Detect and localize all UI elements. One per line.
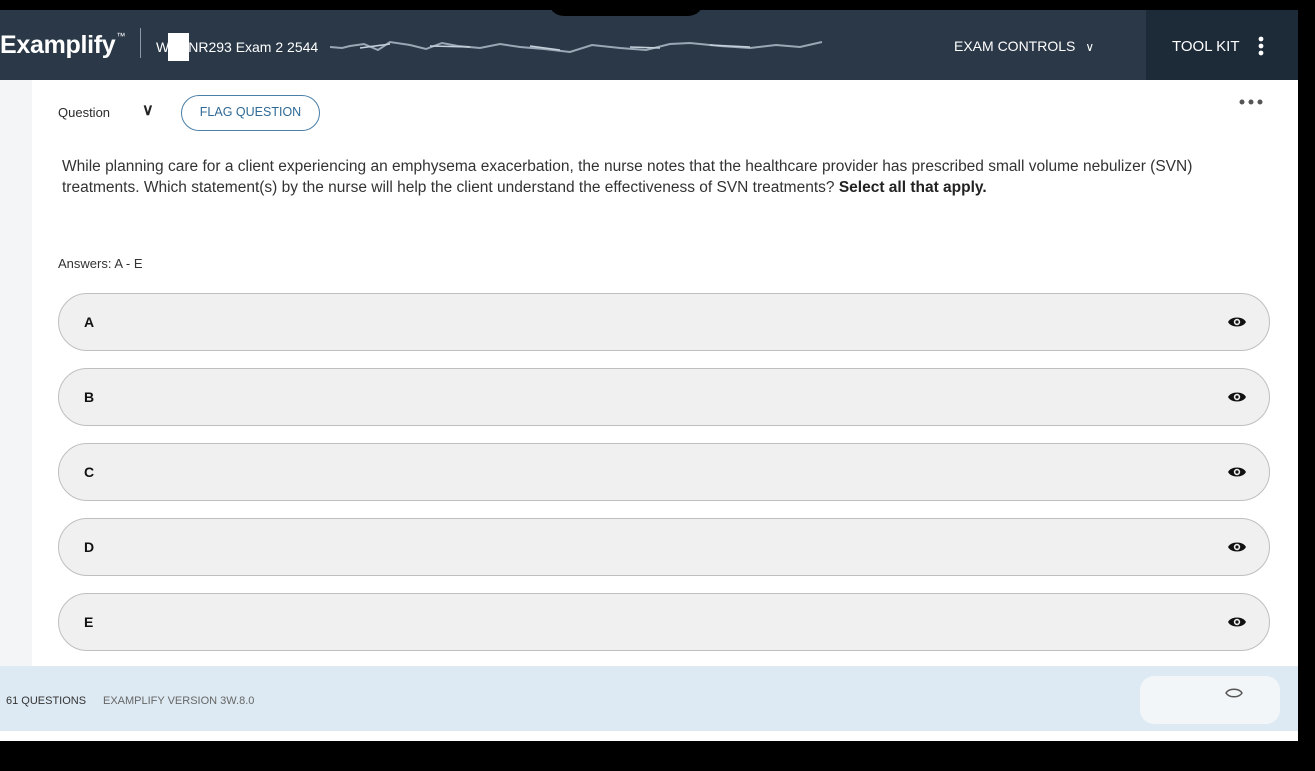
select-all-instruction: Select all that apply. [838,179,987,196]
brand-logo: Examplify™ [0,31,125,60]
question-label: Question [58,105,111,120]
answer-option-c[interactable]: C [58,443,1270,501]
chevron-down-icon: ∨ [1085,40,1095,54]
redaction-box [168,33,189,61]
flag-question-button[interactable]: FLAG QUESTION [181,95,320,131]
question-stem: While planning care for a client experie… [62,158,1193,196]
exam-controls-label: EXAM CONTROLS [954,38,1076,54]
option-letter: C [84,464,95,480]
answer-option-d[interactable]: D [58,518,1270,576]
status-footer: 61 QUESTIONS EXAMPLIFY VERSION 3W.8.0 [0,666,1298,731]
eye-icon[interactable] [1227,614,1247,630]
left-margin [0,80,32,676]
eye-icon[interactable] [1227,464,1247,480]
kebab-icon [1258,36,1264,56]
toolkit-label: TOOL KIT [1172,38,1240,55]
redaction-scribble [330,40,823,54]
app-version: EXAMPLIFY VERSION 3W.8.0 [103,695,255,707]
eye-icon[interactable] [1227,539,1247,555]
option-letter: B [84,389,95,405]
footer-widget[interactable] [1140,676,1280,724]
camera-notch [548,0,704,16]
eye-icon[interactable] [1227,389,1247,405]
option-letter: D [84,539,95,555]
brand-trademark: ™ [116,31,126,41]
exam-title-name: NR293 Exam 2 2544 [188,39,319,55]
option-letter: E [84,614,94,630]
more-horizontal-icon[interactable] [1238,98,1264,106]
exam-controls-button[interactable]: EXAM CONTROLS ∨ [954,38,1094,54]
question-text: While planning care for a client experie… [62,156,1262,198]
eye-outline-icon[interactable] [1225,686,1243,700]
toolkit-button[interactable]: TOOL KIT [1146,10,1298,80]
answer-option-a[interactable]: A [58,293,1270,351]
question-count: 61 QUESTIONS [6,695,87,707]
answers-label: Answers: A - E [58,256,143,271]
brand-name: Examplify [0,31,116,59]
header-divider [140,28,141,58]
answer-option-b[interactable]: B [58,368,1270,426]
question-chevron-icon[interactable]: ∨ [142,100,154,120]
eye-icon[interactable] [1227,314,1247,330]
option-letter: A [84,314,95,330]
top-bar: Examplify™ W NR293 Exam 2 2544 EXAM CONTR… [0,10,1298,80]
answer-option-e[interactable]: E [58,593,1270,651]
